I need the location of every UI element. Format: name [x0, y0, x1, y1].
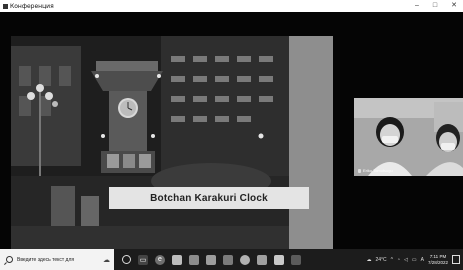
clock-tower-photo [11, 36, 289, 250]
weather-icon: ☁ [103, 256, 110, 264]
title-bar: Конференция – □ ✕ [0, 0, 463, 12]
mail-icon[interactable] [206, 254, 216, 265]
search-icon [6, 256, 13, 263]
store-icon[interactable] [189, 254, 199, 265]
window-controls: – □ ✕ [415, 0, 457, 12]
date: 7/28/2022 [427, 259, 448, 265]
taskbar-apps: ▭ e [122, 254, 301, 265]
shared-screen[interactable]: Botchan Karakuri Clock [11, 36, 333, 250]
participant-video-tile[interactable]: Eriko Tomotsugu [354, 98, 463, 176]
office-icon[interactable] [223, 254, 233, 265]
close-button[interactable]: ✕ [451, 0, 457, 12]
weather-tray-icon[interactable]: ☁ [366, 257, 371, 263]
slide-caption-box: Botchan Karakuri Clock [109, 187, 309, 209]
notification-icon[interactable] [452, 255, 460, 264]
clock[interactable]: 7:11 PM 7/28/2022 [428, 254, 448, 266]
app-icon-extra[interactable] [274, 254, 284, 265]
edge-icon[interactable]: e [155, 254, 165, 265]
window-title: Конференция [10, 2, 54, 10]
battery-icon[interactable]: ▭ [412, 257, 417, 263]
app-icon [3, 3, 8, 9]
slide-side-panel [289, 36, 333, 250]
chevron-up-icon[interactable]: ^ [391, 257, 393, 263]
file-explorer-icon[interactable] [172, 254, 182, 265]
network-icon[interactable]: ◔ [397, 257, 400, 263]
cortana-icon[interactable] [122, 255, 131, 264]
participant-name: Eriko Tomotsugu [363, 168, 393, 173]
chrome-icon[interactable] [240, 254, 250, 265]
meeting-stage: Botchan Karakuri Clock Eriko Tomotsugu [0, 12, 463, 250]
temperature[interactable]: 24°C [375, 257, 386, 263]
participant-name-label: Eriko Tomotsugu [358, 168, 393, 173]
mic-icon [358, 168, 361, 173]
volume-icon[interactable]: ◁ [404, 257, 408, 263]
windows-taskbar: Введите здесь текст для ☁ ▭ e ☁ 24°C ^ ◔… [0, 249, 463, 270]
taskbar-search-box[interactable]: Введите здесь текст для ☁ [0, 249, 114, 270]
teams-icon[interactable] [291, 254, 301, 265]
minimize-button[interactable]: – [415, 0, 419, 12]
search-placeholder: Введите здесь текст для [17, 256, 75, 263]
maximize-button[interactable]: □ [433, 0, 437, 12]
language-indicator[interactable]: A [421, 257, 424, 263]
system-tray: ☁ 24°C ^ ◔ ◁ ▭ A 7:11 PM 7/28/2022 [366, 249, 463, 270]
photos-icon[interactable] [257, 254, 267, 265]
slide-caption: Botchan Karakuri Clock [150, 192, 268, 204]
participant-video [354, 98, 463, 176]
task-view-icon[interactable]: ▭ [138, 254, 148, 265]
